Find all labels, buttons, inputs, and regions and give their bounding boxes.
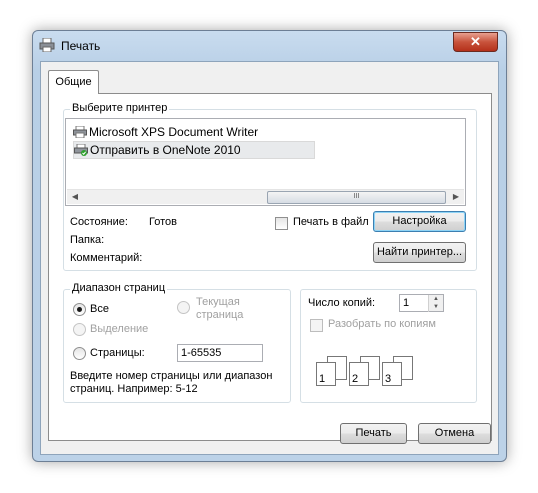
print-button[interactable]: Печать xyxy=(340,423,407,444)
printer-list[interactable]: Microsoft XPS Document Writer Отправить … xyxy=(65,118,466,206)
list-item[interactable]: Microsoft XPS Document Writer xyxy=(73,124,258,140)
radio-current-page[interactable] xyxy=(177,301,190,314)
copies-stepper[interactable]: 1 ▲ ▼ xyxy=(399,294,444,312)
printer-icon xyxy=(73,126,87,138)
radio-all[interactable] xyxy=(73,303,86,316)
status-value: Готов xyxy=(149,216,177,228)
title-bar[interactable]: Печать ✕ xyxy=(33,31,506,59)
spin-buttons[interactable]: ▲ ▼ xyxy=(428,295,443,312)
window-title: Печать xyxy=(61,39,101,53)
tab-general[interactable]: Общие xyxy=(48,70,99,94)
page-range-hint-line2: страниц. Например: 5-12 xyxy=(70,383,198,395)
list-item-selected[interactable]: Отправить в OneNote 2010 xyxy=(73,141,315,159)
printer-name: Отправить в OneNote 2010 xyxy=(90,143,241,157)
printer-default-check-icon xyxy=(74,144,88,156)
cancel-button[interactable]: Отмена xyxy=(418,423,491,444)
radio-current-page-label-1: Текущая xyxy=(196,296,240,308)
scroll-right-icon[interactable]: ▶ xyxy=(450,191,462,203)
collate-page-icon: 3 xyxy=(382,362,402,386)
collate-page-icon: 1 xyxy=(316,362,336,386)
status-label: Состояние: xyxy=(70,216,128,228)
printer-group-legend: Выберите принтер xyxy=(70,102,170,114)
radio-pages-label: Страницы: xyxy=(90,347,145,359)
horizontal-scrollbar[interactable]: ◀ III ▶ xyxy=(67,189,464,204)
radio-all-label: Все xyxy=(90,303,109,315)
print-to-file-checkbox[interactable] xyxy=(275,217,288,230)
radio-selection[interactable] xyxy=(73,323,86,336)
spin-up-icon[interactable]: ▲ xyxy=(429,295,443,303)
printer-name: Microsoft XPS Document Writer xyxy=(89,125,259,139)
folder-label: Папка: xyxy=(70,234,105,246)
printer-icon xyxy=(39,38,55,52)
copies-count-label: Число копий: xyxy=(308,297,376,309)
radio-selection-label: Выделение xyxy=(90,323,149,335)
spin-down-icon[interactable]: ▼ xyxy=(429,303,443,311)
settings-button[interactable]: Настройка xyxy=(373,211,466,232)
collate-checkbox[interactable] xyxy=(310,319,323,332)
scroll-left-icon[interactable]: ◀ xyxy=(69,191,81,203)
print-to-file-label: Печать в файл xyxy=(293,216,369,228)
radio-current-page-label-2: страница xyxy=(196,309,244,321)
pages-input[interactable]: 1-65535 xyxy=(177,344,263,362)
page-range-legend: Диапазон страниц xyxy=(70,282,168,294)
radio-pages[interactable] xyxy=(73,347,86,360)
copies-count-value: 1 xyxy=(403,297,410,309)
comment-label: Комментарий: xyxy=(70,252,143,264)
close-button[interactable]: ✕ xyxy=(453,32,498,52)
find-printer-button[interactable]: Найти принтер... xyxy=(373,242,466,263)
page-range-hint-line1: Введите номер страницы или диапазон xyxy=(70,370,273,382)
scroll-thumb[interactable]: III xyxy=(267,191,446,204)
collate-label: Разобрать по копиям xyxy=(328,318,436,330)
collate-page-icon: 2 xyxy=(349,362,369,386)
